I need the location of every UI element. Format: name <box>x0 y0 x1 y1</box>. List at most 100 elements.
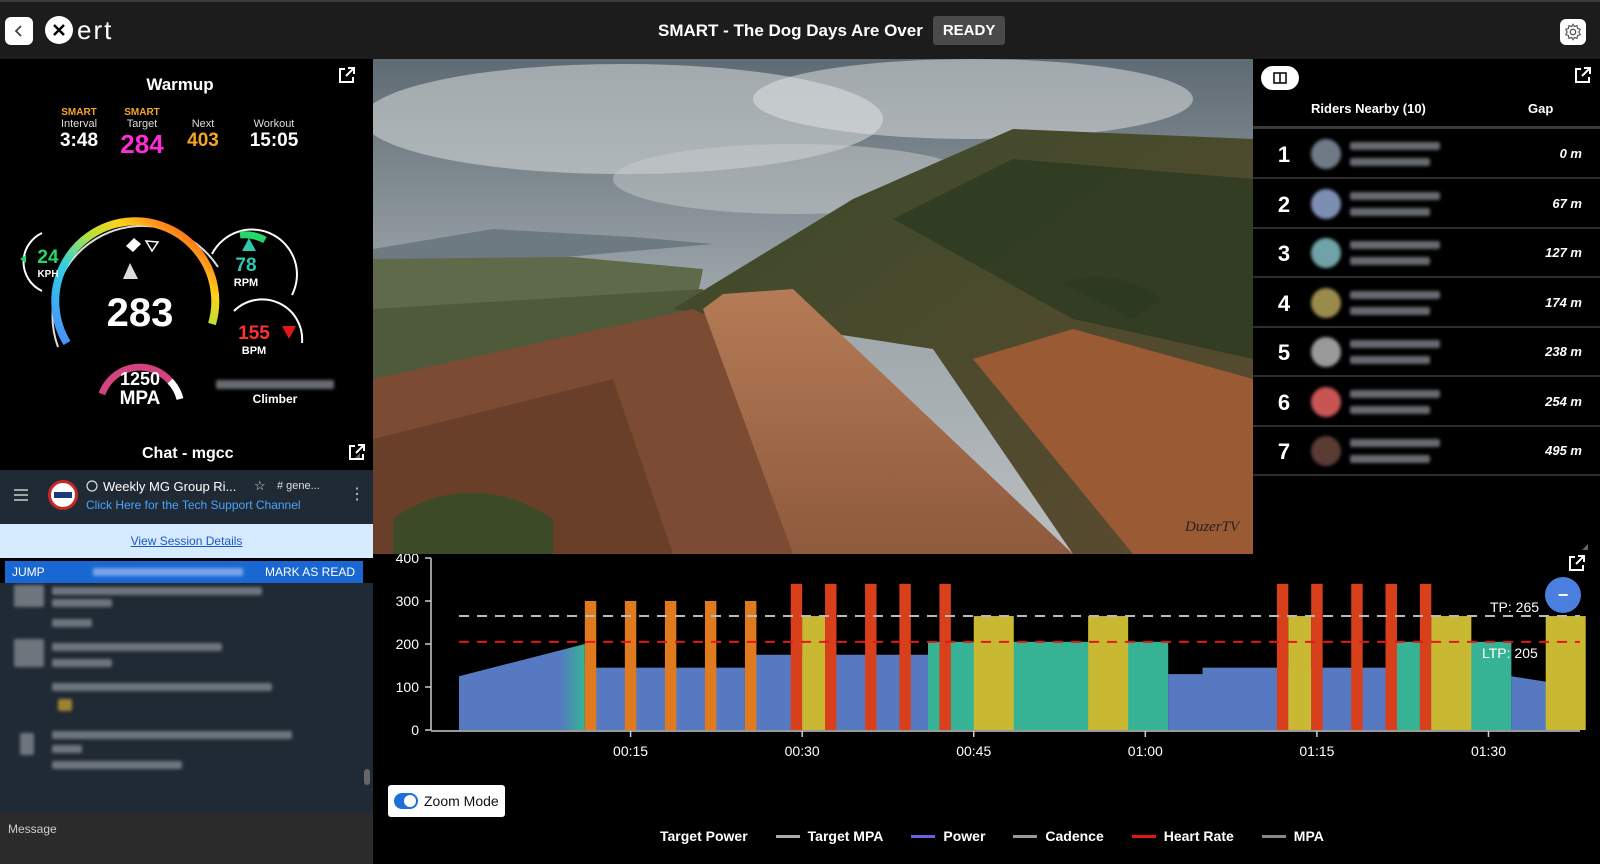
message-redacted <box>52 683 272 691</box>
chat-title: Chat - mgcc <box>142 445 234 462</box>
speed-readout: 24 KPH <box>30 247 66 281</box>
workout-title: SMART - The Dog Days Are Over <box>658 20 923 40</box>
xert-logo[interactable]: ert <box>45 15 113 45</box>
hamburger-menu-icon[interactable] <box>14 489 28 501</box>
rider-row[interactable]: 1 0 m <box>1253 129 1600 179</box>
channel-tag[interactable]: # gene... <box>277 480 320 492</box>
stat-value: 284 <box>120 129 164 159</box>
tech-support-link[interactable]: Click Here for the Tech Support Channel <box>86 498 301 512</box>
rider-gap: 67 m <box>1552 195 1582 211</box>
layout-toggle-button[interactable] <box>1261 66 1299 90</box>
room-avatar <box>48 480 78 510</box>
chat-room-header: Weekly MG Group Ri... ☆ # gene... Click … <box>0 470 373 524</box>
x-tick-label: 00:45 <box>956 743 991 759</box>
chart-interval-bar <box>825 583 837 730</box>
workout-chart-panel: TP: 265 LTP: 205 400 300 200 100 0 00:15 00:30 00… <box>373 544 1600 864</box>
y-tick-label: 0 <box>411 722 419 738</box>
legend-heart-rate[interactable]: Heart Rate <box>1131 828 1234 844</box>
legend-power[interactable]: Power <box>911 828 985 844</box>
resize-handle-icon[interactable] <box>1582 544 1588 550</box>
riders-nearby-panel: Riders Nearby (10) Gap 1 0 m 2 67 m 3 127 m 4 1… <box>1253 59 1600 554</box>
interval-title: Warmup <box>146 75 214 94</box>
ready-status-badge[interactable]: READY <box>932 16 1006 45</box>
mark-as-read-button[interactable]: MARK AS READ <box>265 565 355 579</box>
rider-name-redacted <box>216 380 334 389</box>
chart-interval-bar <box>973 616 1014 730</box>
chart-area-segment <box>1168 674 1203 730</box>
legend-mpa[interactable]: MPA <box>1261 828 1324 844</box>
top-bar: ert SMART - The Dog Days Are Over READY <box>0 0 1600 59</box>
chart-interval-bar <box>704 601 717 730</box>
room-name[interactable]: Weekly MG Group Ri... <box>103 479 236 494</box>
chart-interval-bar <box>939 583 951 730</box>
chart-interval-bar <box>802 616 826 730</box>
riders-nearby-header: Riders Nearby (10) <box>1311 101 1426 116</box>
legend-target-mpa[interactable]: Target MPA <box>775 828 883 844</box>
rider-gap: 127 m <box>1545 245 1582 260</box>
rider-name-redacted <box>1350 241 1440 249</box>
chat-scrollbar[interactable] <box>364 769 370 785</box>
external-link-icon[interactable] <box>1573 65 1593 85</box>
stat-value: 403 <box>187 130 219 151</box>
view-session-link[interactable]: View Session Details <box>131 534 243 548</box>
cadence-unit: RPM <box>233 277 259 289</box>
rider-row[interactable]: 6 254 m <box>1253 377 1600 427</box>
chevron-left-icon <box>14 25 22 37</box>
collapse-chart-button[interactable]: − <box>1545 577 1581 613</box>
chart-interval-bar <box>1288 616 1312 730</box>
toggle-switch-icon[interactable] <box>394 793 418 809</box>
power-value: 283 <box>106 291 174 335</box>
power-next-marker <box>144 240 160 253</box>
rider-avatar <box>1311 287 1341 318</box>
gear-icon <box>1564 23 1582 41</box>
message-redacted <box>52 731 292 739</box>
external-link-icon[interactable] <box>347 442 367 462</box>
legend-label: Heart Rate <box>1163 828 1234 844</box>
stat-value: 15:05 <box>249 130 299 151</box>
legend-swatch <box>1261 834 1286 838</box>
rider-avatar <box>1311 337 1341 367</box>
workout-chart[interactable]: TP: 265 LTP: 205 400 300 200 100 0 00:15 00:30 00… <box>373 554 1600 784</box>
cadence-gauge-color-arc <box>239 231 267 244</box>
external-link-icon[interactable] <box>337 65 357 85</box>
gap-header: Gap <box>1528 101 1554 116</box>
chart-area-segment <box>459 644 585 730</box>
stat-smart-tag: SMART <box>124 107 160 118</box>
message-input[interactable]: Message <box>8 822 57 836</box>
avatar <box>20 733 34 755</box>
chart-interval-bar <box>1419 583 1432 730</box>
back-button[interactable] <box>5 17 33 45</box>
rider-intensity-redacted <box>1350 207 1430 216</box>
room-logo-icon <box>54 492 72 498</box>
zoom-mode-toggle[interactable]: Zoom Mode <box>388 785 505 817</box>
chart-interval-bar <box>584 601 597 730</box>
power-target-marker <box>126 238 141 252</box>
message-redacted <box>52 619 92 627</box>
message-redacted <box>52 761 182 769</box>
stat-label: Interval <box>60 118 98 130</box>
video-frame: DuzerTV <box>373 59 1253 554</box>
rider-row[interactable]: 2 67 m <box>1253 179 1600 229</box>
tp-label: TP: 265 <box>1490 599 1539 615</box>
ride-video: DuzerTV <box>373 59 1253 554</box>
rider-intensity-redacted <box>1350 257 1430 265</box>
video-watermark: DuzerTV <box>1184 519 1241 535</box>
rider-row[interactable]: 3 127 m <box>1253 228 1600 278</box>
rider-row[interactable]: 4 174 m <box>1253 278 1600 328</box>
jump-button[interactable]: JUMP <box>12 565 45 579</box>
legend-target-power[interactable]: Target Power <box>660 828 748 844</box>
mpa-readout: 1250 MPA <box>110 369 170 409</box>
settings-button[interactable] <box>1560 19 1586 45</box>
rider-row[interactable]: 7 495 m <box>1253 426 1600 476</box>
stat-value: 3:48 <box>59 130 99 151</box>
legend-cadence[interactable]: Cadence <box>1013 828 1104 844</box>
cadence-readout: 78 RPM <box>224 255 268 289</box>
more-options-icon[interactable]: ⋮ <box>349 484 365 504</box>
star-icon[interactable]: ☆ <box>254 478 266 494</box>
view-session-bar[interactable]: View Session Details <box>0 524 373 558</box>
rider-row[interactable]: 5 238 m <box>1253 327 1600 377</box>
rider-type-label: Climber <box>252 392 298 406</box>
mpa-unit: MPA <box>119 388 161 409</box>
y-tick-label: 300 <box>396 593 420 609</box>
legend-swatch <box>1013 834 1038 838</box>
